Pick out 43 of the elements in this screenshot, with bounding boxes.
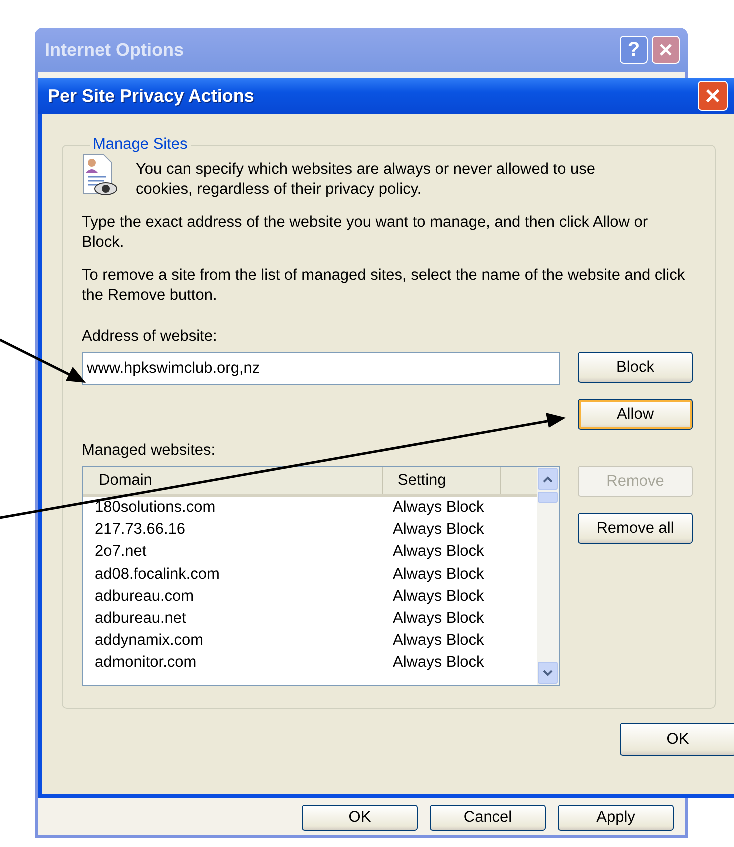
intro-text: You can specify which websites are always or never allowed to use cookies, regardless of their privacy policy.: [136, 160, 597, 200]
list-label: Managed websites:: [82, 442, 217, 460]
scroll-up-button[interactable]: [538, 468, 558, 490]
setting-cell[interactable]: Always Block: [383, 632, 501, 650]
instruction-text: Type the exact address of the website you want to manage, and then click Allow or Block.: [82, 213, 650, 253]
column-header[interactable]: Domain: [83, 467, 383, 494]
dialog-button[interactable]: Cancel: [430, 805, 546, 831]
instruction-text: To remove a site from the list of managed sites, select the name of the website and click the Remove button.: [82, 266, 686, 306]
setting-cell[interactable]: Always Block: [383, 499, 501, 518]
field-label: Address of website:: [82, 328, 218, 346]
close-icon: [704, 87, 722, 105]
site-action-button[interactable]: Block: [578, 352, 693, 383]
setting-cell[interactable]: Always Block: [383, 610, 501, 628]
setting-cell[interactable]: Always Block: [383, 654, 501, 672]
column-header[interactable]: Setting: [383, 467, 501, 494]
dialog-button[interactable]: Apply: [558, 805, 674, 831]
domain-cell[interactable]: 2o7.net: [83, 543, 383, 562]
domain-cell[interactable]: admonitor.com: [83, 654, 383, 672]
dialog-title: Per Site Privacy Actions: [48, 86, 254, 106]
scroll-down-button[interactable]: [538, 662, 558, 684]
domain-cell[interactable]: 180solutions.com: [83, 499, 383, 518]
window-title: Internet Options: [45, 40, 184, 60]
address-field[interactable]: www.hpkswimclub.org,nz: [82, 352, 560, 385]
close-button[interactable]: [652, 36, 680, 64]
domain-cell[interactable]: adbureau.com: [83, 588, 383, 606]
site-action-button[interactable]: Allow: [578, 399, 693, 430]
setting-cell[interactable]: Always Block: [383, 521, 501, 540]
close-button[interactable]: [698, 81, 728, 111]
domain-cell[interactable]: 217.73.66.16: [83, 521, 383, 540]
document-eye-icon: [82, 154, 118, 198]
domain-cell[interactable]: addynamix.com: [83, 632, 383, 650]
remove-button[interactable]: Remove all: [578, 513, 693, 544]
scrollbar[interactable]: [537, 467, 559, 685]
domain-cell[interactable]: ad08.focalink.com: [83, 566, 383, 584]
setting-cell[interactable]: Always Block: [383, 566, 501, 584]
setting-cell[interactable]: Always Block: [383, 543, 501, 562]
dialog-button[interactable]: OK: [302, 805, 418, 831]
domain-cell[interactable]: adbureau.net: [83, 610, 383, 628]
scroll-thumb[interactable]: [538, 492, 558, 503]
group-title: Manage Sites: [92, 136, 189, 154]
close-icon: [658, 42, 674, 58]
setting-cell[interactable]: Always Block: [383, 588, 501, 606]
ok-button[interactable]: OK: [620, 723, 734, 756]
